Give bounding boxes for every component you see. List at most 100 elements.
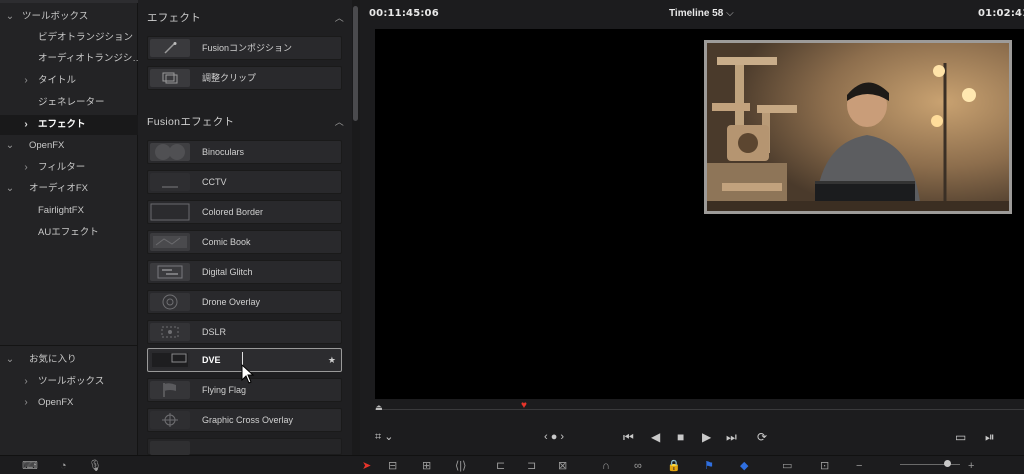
replace-clip-icon[interactable]: ⊠ bbox=[558, 459, 567, 473]
next-frame-icon[interactable]: ⏯ bbox=[985, 428, 995, 446]
play-icon[interactable]: ▶ bbox=[702, 428, 711, 446]
fullscreen-icon[interactable]: ▭ bbox=[955, 428, 966, 446]
snapping-icon[interactable]: ∩ bbox=[602, 459, 610, 473]
edit-toolbar: ⌨ ◔ 🎙 ➤ ⊟ ⊞ ⟨|⟩ ⊏ ⊐ ⊠ ∩ ∞ 🔒 ⚑ ◆ ▭ ⊡ − + bbox=[0, 455, 1024, 474]
keyboard-icon[interactable]: ⌨ bbox=[22, 459, 38, 473]
tree-item-label: お気に入り bbox=[29, 354, 77, 365]
effect-item-label: Flying Flag bbox=[202, 385, 247, 395]
playhead-icon[interactable]: ♥ bbox=[521, 400, 527, 411]
cctv-icon bbox=[150, 173, 190, 191]
timeline-selector[interactable]: Timeline 58 ⌵ bbox=[669, 8, 734, 19]
blade-tool-icon[interactable]: ⟨|⟩ bbox=[455, 459, 466, 473]
tree-item-openfx[interactable]: ⌄ OpenFX bbox=[0, 136, 138, 156]
section-header-effects[interactable]: エフェクト ︿ bbox=[138, 6, 352, 30]
effect-item-label: Binoculars bbox=[202, 147, 245, 157]
zoom-full-icon[interactable]: ▭ bbox=[782, 459, 792, 473]
go-to-start-icon[interactable]: ⏮ bbox=[623, 428, 634, 446]
effect-item-adjustment-clip[interactable]: 調整クリップ bbox=[147, 66, 342, 90]
chevron-right-icon: › bbox=[24, 162, 28, 173]
scrollbar-thumb[interactable] bbox=[353, 6, 358, 121]
effect-item-digital-glitch[interactable]: Digital Glitch bbox=[147, 260, 342, 284]
effect-item-fusion-composition[interactable]: Fusionコンポジション bbox=[147, 36, 342, 60]
drone-overlay-icon bbox=[150, 293, 190, 311]
scrubber-bar[interactable]: ⏏ ♥ bbox=[375, 399, 1024, 421]
mixer-icon[interactable]: ◔ bbox=[60, 459, 67, 473]
chevron-down-icon: ⌄ bbox=[5, 354, 15, 365]
overwrite-clip-icon[interactable]: ⊐ bbox=[527, 459, 536, 473]
loop-icon[interactable]: ⟳ bbox=[757, 428, 767, 446]
video-frame-illustration bbox=[707, 43, 1009, 211]
tree-item-label: フィルター bbox=[38, 162, 86, 173]
tree-item-titles[interactable]: › タイトル bbox=[0, 71, 138, 91]
section-title: エフェクト bbox=[147, 12, 201, 24]
panel-divider bbox=[0, 345, 138, 346]
viewer-canvas[interactable] bbox=[375, 29, 1024, 399]
dslr-icon bbox=[150, 323, 190, 341]
tree-item-label: エフェクト bbox=[38, 119, 86, 130]
flag-icon[interactable]: ⚑ bbox=[704, 459, 714, 473]
tree-item-fav-toolbox[interactable]: › ツールボックス bbox=[0, 372, 138, 392]
dynamic-trim-icon[interactable]: ⊞ bbox=[422, 459, 431, 473]
adjustment-clip-icon bbox=[150, 69, 190, 87]
effect-item-binoculars[interactable]: Binoculars bbox=[147, 140, 342, 164]
chevron-up-icon[interactable]: ︿ bbox=[335, 110, 344, 134]
source-timecode: 00:11:45:06 bbox=[369, 8, 439, 19]
chevron-up-icon[interactable]: ︿ bbox=[335, 6, 344, 30]
tree-item-toolbox[interactable]: ⌄ ツールボックス bbox=[0, 7, 138, 27]
play-reverse-icon[interactable]: ◀ bbox=[651, 428, 660, 446]
digital-glitch-icon bbox=[150, 263, 190, 281]
link-icon[interactable]: ∞ bbox=[634, 459, 642, 473]
go-to-end-icon[interactable]: ⏭ bbox=[726, 428, 737, 446]
effect-item-comic-book[interactable]: Comic Book bbox=[147, 230, 342, 254]
tree-item-label: ツールボックス bbox=[22, 11, 89, 22]
effect-item-cctv[interactable]: CCTV bbox=[147, 170, 342, 194]
in-marker-icon[interactable]: ⏏ bbox=[375, 403, 383, 412]
flying-flag-icon bbox=[150, 381, 190, 399]
section-header-fusion-effects[interactable]: Fusionエフェクト ︿ bbox=[138, 110, 352, 134]
favorite-star-icon[interactable]: ★ bbox=[328, 349, 336, 371]
tree-item-label: ツールボックス bbox=[38, 376, 105, 387]
tree-item-generators[interactable]: ジェネレーター bbox=[0, 93, 138, 113]
zoom-slider-track[interactable] bbox=[900, 464, 960, 465]
effect-item-label: Digital Glitch bbox=[202, 267, 253, 277]
effect-item-colored-border[interactable]: Colored Border bbox=[147, 200, 342, 224]
zoom-detail-icon[interactable]: ⊡ bbox=[820, 459, 829, 473]
effect-item-graphic-cross-overlay[interactable]: Graphic Cross Overlay bbox=[147, 408, 342, 432]
effect-thumbnail bbox=[150, 441, 190, 455]
tree-item-label: オーディオトランジシ… bbox=[38, 53, 138, 64]
lock-icon[interactable]: 🔒 bbox=[667, 459, 681, 473]
effect-item-label: Comic Book bbox=[202, 237, 251, 247]
effect-item-drone-overlay[interactable]: Drone Overlay bbox=[147, 290, 342, 314]
binoculars-icon bbox=[150, 143, 190, 161]
microphone-icon[interactable]: 🎙 bbox=[88, 459, 102, 473]
timeline-name: Timeline 58 bbox=[669, 8, 724, 19]
stop-icon[interactable]: ■ bbox=[677, 428, 684, 446]
tree-item-label: ビデオトランジション bbox=[38, 32, 134, 43]
tree-item-fav-openfx[interactable]: › OpenFX bbox=[0, 393, 138, 413]
tree-item-label: オーディオFX bbox=[29, 183, 88, 194]
clip-nav-icon[interactable]: ‹ ● › bbox=[544, 428, 564, 446]
zoom-out-icon[interactable]: − bbox=[856, 459, 862, 473]
tree-item-fairlightfx[interactable]: FairlightFX bbox=[0, 201, 138, 221]
effect-item-label: Graphic Cross Overlay bbox=[202, 415, 294, 425]
selection-tool-icon[interactable]: ➤ bbox=[362, 459, 371, 473]
zoom-slider-thumb[interactable] bbox=[944, 460, 951, 467]
tree-item-filters[interactable]: › フィルター bbox=[0, 158, 138, 178]
tree-item-au-effects[interactable]: AUエフェクト bbox=[0, 223, 138, 243]
insert-clip-icon[interactable]: ⊏ bbox=[496, 459, 505, 473]
tree-item-audio-transitions[interactable]: オーディオトランジシ… bbox=[0, 49, 138, 69]
tree-item-favorites[interactable]: ⌄ お気に入り bbox=[0, 350, 138, 370]
tree-item-label: AUエフェクト bbox=[38, 227, 99, 238]
zoom-in-icon[interactable]: + bbox=[968, 459, 974, 473]
tree-item-effects[interactable]: › エフェクト bbox=[0, 115, 138, 135]
marker-icon[interactable]: ◆ bbox=[740, 459, 748, 473]
effect-item-dslr[interactable]: DSLR bbox=[147, 320, 342, 344]
tree-item-video-transitions[interactable]: ビデオトランジション bbox=[0, 28, 138, 48]
effect-item-label: 調整クリップ bbox=[202, 73, 257, 83]
effect-item-partial[interactable] bbox=[147, 438, 342, 455]
trim-tool-icon[interactable]: ⊟ bbox=[388, 459, 397, 473]
tree-item-audio-fx[interactable]: ⌄ オーディオFX bbox=[0, 179, 138, 199]
viewer-crop-icon[interactable]: ⌗ ⌄ bbox=[375, 428, 393, 446]
chevron-down-icon: ⌄ bbox=[5, 140, 15, 151]
chevron-down-icon: ⌄ bbox=[5, 183, 15, 194]
